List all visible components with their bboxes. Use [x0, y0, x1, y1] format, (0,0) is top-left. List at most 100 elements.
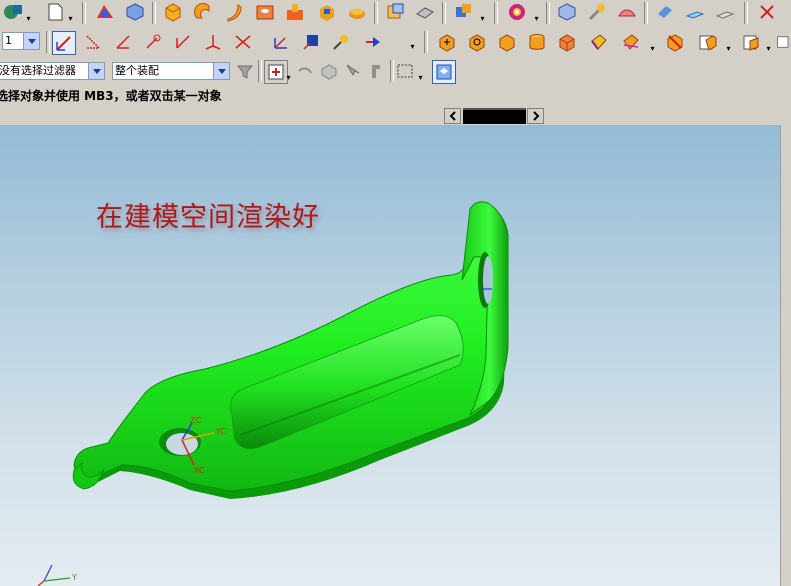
- thicken-icon[interactable]: [414, 1, 436, 23]
- render-style-icon[interactable]: [588, 31, 610, 53]
- tools-icon[interactable]: [586, 1, 608, 23]
- point-constructor-icon[interactable]: [82, 31, 104, 53]
- show-dropdown-icon[interactable]: ▾: [726, 31, 731, 53]
- surface-icon[interactable]: [616, 1, 638, 23]
- scroll-left-button[interactable]: [444, 108, 461, 124]
- y-label: Y: [71, 573, 77, 582]
- assembly-filter-combo[interactable]: 整个装配: [112, 62, 230, 80]
- snap-tool-icon[interactable]: [330, 31, 352, 53]
- scroll-thumb[interactable]: [463, 108, 526, 124]
- zoom-view-icon[interactable]: [466, 31, 488, 53]
- filter-settings-icon[interactable]: [234, 60, 256, 82]
- origin-point-icon[interactable]: [202, 31, 224, 53]
- toolbar-overflow-icon[interactable]: [776, 31, 791, 53]
- xc-label: XC: [194, 466, 205, 475]
- hole-feature-icon[interactable]: [254, 1, 276, 23]
- separator: [644, 2, 648, 24]
- endpoint-icon[interactable]: [112, 31, 134, 53]
- splitter-bar: [0, 106, 791, 125]
- assembly-icon[interactable]: [452, 1, 474, 23]
- separator: [152, 2, 156, 24]
- zc-label: ZC: [190, 416, 201, 425]
- revolve-feature-icon[interactable]: [192, 1, 214, 23]
- layer-icon[interactable]: [740, 31, 762, 53]
- sketch-icon[interactable]: [94, 1, 116, 23]
- feature-select-icon[interactable]: [318, 60, 340, 82]
- separator: [46, 31, 50, 53]
- cylinder-view-icon[interactable]: [526, 31, 548, 53]
- separator: [424, 31, 428, 53]
- shaded-view-icon[interactable]: [556, 31, 578, 53]
- type-filter-combo[interactable]: 没有选择过滤器: [0, 62, 105, 80]
- chevron-down-icon[interactable]: [88, 63, 104, 79]
- vertical-scrollbar[interactable]: [780, 125, 791, 586]
- separator: [374, 2, 378, 24]
- model-canvas: ZC YC XC Y: [37, 201, 509, 586]
- rotate-view-icon[interactable]: [496, 31, 518, 53]
- rectangle-select-icon[interactable]: [394, 60, 416, 82]
- undo-select-icon[interactable]: [294, 60, 316, 82]
- rectangle-select-dropdown-icon[interactable]: ▾: [418, 60, 423, 82]
- arrow-select-icon[interactable]: [362, 31, 384, 53]
- color-wheel-icon[interactable]: [506, 1, 528, 23]
- chevron-down-icon[interactable]: [23, 33, 39, 49]
- render-dropdown-icon[interactable]: ▾: [650, 31, 655, 53]
- cue-line: 选择对象并使用 MB3，或者双击某一对象: [0, 84, 791, 107]
- pad-feature-icon[interactable]: [346, 1, 368, 23]
- wcs-icon[interactable]: [756, 1, 778, 23]
- separator: [546, 2, 550, 24]
- chevron-left-icon: [449, 111, 456, 121]
- shape-dropdown-icon[interactable]: ▾: [26, 1, 31, 23]
- sheet-icon[interactable]: [714, 1, 736, 23]
- chevron-right-icon: [532, 111, 539, 121]
- pocket-feature-icon[interactable]: [316, 1, 338, 23]
- layer-combo[interactable]: 1: [2, 32, 40, 50]
- body-icon[interactable]: [556, 1, 578, 23]
- new-dropdown-icon[interactable]: ▾: [68, 1, 73, 23]
- wcs-orient-icon[interactable]: [270, 31, 292, 53]
- separator: [258, 60, 262, 82]
- arc-center-icon[interactable]: [142, 31, 164, 53]
- sweep-feature-icon[interactable]: [222, 1, 244, 23]
- scroll-right-button[interactable]: [527, 108, 544, 124]
- filter-toolbar: 没有选择过滤器 整个装配 ▾ ▾: [0, 58, 791, 85]
- graphics-viewport[interactable]: 在建模空间渲染好 ZC YC XC Y: [0, 125, 780, 586]
- absolute-csys-triad: Y: [37, 564, 77, 586]
- standard-toolbar: ▾ ▾ ▾ ▾: [0, 0, 791, 27]
- assembly-dropdown-icon[interactable]: ▾: [480, 1, 485, 23]
- fit-view-icon[interactable]: [436, 31, 458, 53]
- yc-label: YC: [215, 427, 226, 436]
- separator: [82, 2, 86, 24]
- more-tools-icon[interactable]: ▾: [410, 31, 415, 51]
- plane-icon[interactable]: [684, 1, 706, 23]
- selection-toolbar: 1 ▾ ▾ ▾ ▾: [0, 26, 791, 59]
- chevron-down-icon[interactable]: [213, 63, 229, 79]
- wrench-select-icon[interactable]: [366, 60, 388, 82]
- face-icon[interactable]: [654, 1, 676, 23]
- boss-feature-icon[interactable]: [284, 1, 306, 23]
- hide-icon[interactable]: [664, 31, 686, 53]
- quadrant-icon[interactable]: [172, 31, 194, 53]
- bracket-part[interactable]: [72, 201, 509, 499]
- block-feature-icon[interactable]: [162, 1, 184, 23]
- selection-scope-icon[interactable]: [264, 60, 288, 84]
- layer-dropdown-icon[interactable]: ▾: [766, 31, 771, 53]
- extract-icon[interactable]: [384, 1, 406, 23]
- scope-dropdown-icon[interactable]: ▾: [286, 60, 291, 82]
- cue-text: 选择对象并使用 MB3，或者双击某一对象: [0, 89, 222, 103]
- assembly-filter-value: 整个装配: [115, 64, 159, 77]
- cube-view-icon[interactable]: [124, 1, 146, 23]
- select-tool-icon[interactable]: [342, 60, 364, 82]
- snap-point-icon[interactable]: [52, 31, 76, 55]
- type-filter-value: 没有选择过滤器: [0, 64, 76, 77]
- new-file-icon[interactable]: [44, 1, 66, 23]
- separator: [494, 2, 498, 24]
- color-dropdown-icon[interactable]: ▾: [534, 1, 539, 23]
- intersection-icon[interactable]: [232, 31, 254, 53]
- quick-pick-icon[interactable]: [432, 60, 456, 84]
- save-view-icon[interactable]: [300, 31, 322, 53]
- separator: [744, 2, 748, 24]
- shape-icon[interactable]: [2, 1, 24, 23]
- face-analysis-icon[interactable]: [620, 31, 642, 53]
- show-icon[interactable]: [696, 31, 718, 53]
